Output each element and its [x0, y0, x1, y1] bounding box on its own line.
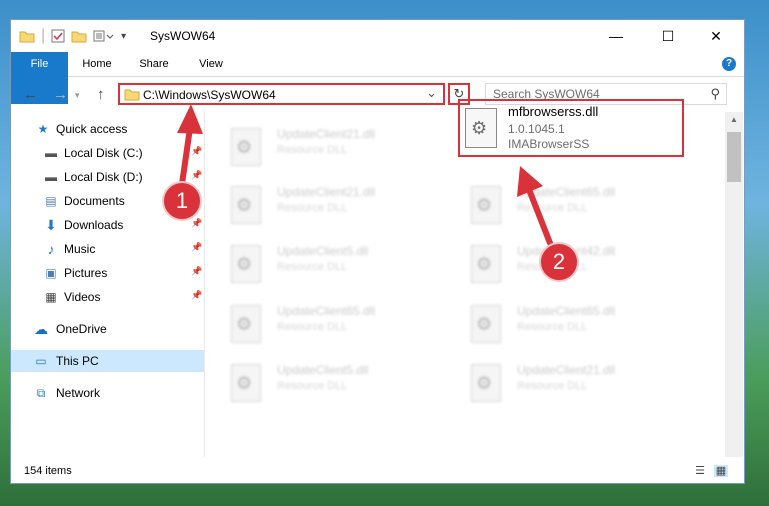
arrow-to-highlighted-file: [517, 166, 553, 246]
annotation-marker-1: 1: [162, 181, 202, 221]
arrow-to-address-bar: [177, 104, 203, 187]
annotation-arrows: [177, 104, 553, 246]
annotation-marker-2: 2: [539, 242, 579, 282]
